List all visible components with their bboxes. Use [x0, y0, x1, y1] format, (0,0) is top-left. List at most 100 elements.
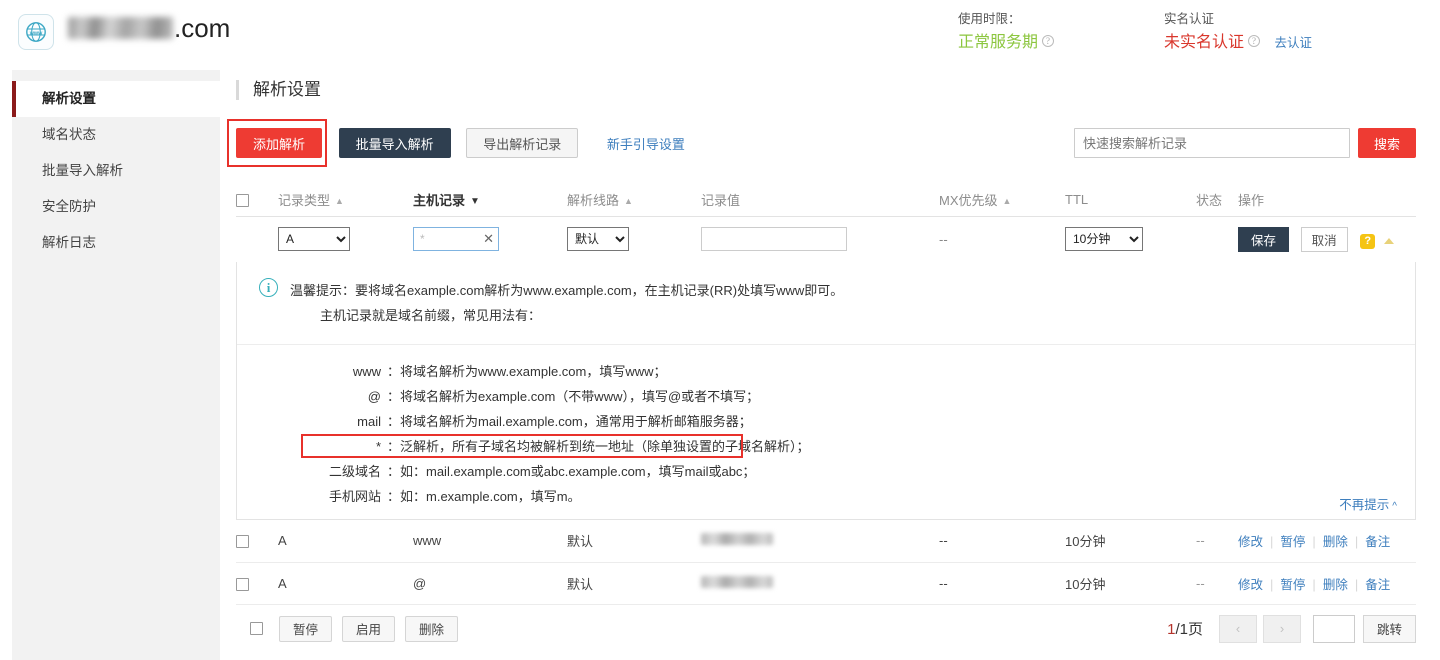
row-type: A [278, 520, 413, 562]
realname-help-icon[interactable]: ? [1248, 35, 1260, 47]
info-circle-icon: i [259, 278, 278, 297]
sidebar-item-domain-status[interactable]: 域名状态 [12, 117, 220, 153]
divider: | [1355, 577, 1358, 592]
close-x-icon[interactable]: ✕ [483, 230, 494, 247]
edit-link[interactable]: 修改 [1238, 578, 1263, 592]
sidebar-item-dns-settings[interactable]: 解析设置 [12, 81, 220, 117]
record-value-input[interactable] [701, 227, 847, 251]
app-header: www .com 使用时限： 正常服务期? 实名认证 未实名认证? 去认证 [0, 0, 1440, 70]
divider: | [1355, 534, 1358, 549]
prev-page-button[interactable]: ‹ [1219, 615, 1257, 643]
remark-link[interactable]: 备注 [1365, 578, 1390, 592]
sidebar-item-label: 安全防护 [42, 199, 96, 214]
search-input[interactable] [1074, 128, 1350, 158]
row-checkbox[interactable] [236, 535, 249, 548]
row-host: @ [413, 562, 567, 604]
footer-select-all-checkbox[interactable] [250, 622, 263, 635]
edit-row-value-cell [701, 216, 939, 262]
triangle-up-icon[interactable] [1384, 238, 1394, 244]
page-indicator: 1/1页 [1167, 618, 1203, 639]
sidebar-item-label: 批量导入解析 [42, 163, 123, 178]
next-page-button[interactable]: › [1263, 615, 1301, 643]
sidebar-top-spacer [12, 70, 220, 81]
sort-desc-icon: ▼ [470, 196, 480, 207]
help-row-mail: mail ：将域名解析为mail.example.com，通常用于解析邮箱服务器… [237, 409, 1415, 434]
batch-pause-button[interactable]: 暂停 [279, 616, 332, 642]
main-content: 解析设置 添加解析 批量导入解析 导出解析记录 新手引导设置 搜索 [236, 80, 1416, 653]
host-record-field: ✕ [413, 227, 499, 251]
chevron-left-icon: ‹ [1236, 621, 1240, 636]
row-ttl: 10分钟 [1065, 520, 1196, 562]
usage-help-icon[interactable]: ? [1042, 35, 1054, 47]
record-type-select[interactable]: A [278, 227, 350, 251]
pause-link[interactable]: 暂停 [1280, 578, 1305, 592]
add-record-button[interactable]: 添加解析 [236, 128, 322, 158]
edit-link[interactable]: 修改 [1238, 535, 1263, 549]
pagination: 1/1页 ‹ › 跳转 [1167, 615, 1416, 643]
tip-panel: i 温馨提示：要将域名example.com解析为www.example.com… [236, 262, 1416, 520]
edit-row-mx-cell: -- [939, 216, 1065, 262]
batch-import-button[interactable]: 批量导入解析 [339, 128, 451, 158]
dns-records-table: 记录类型▲ 主机记录▼ 解析线路▲ 记录值 MX优先级▲ T [236, 184, 1416, 262]
divider: | [1270, 534, 1273, 549]
site-logo: www [18, 14, 54, 50]
tip-text-block: 温馨提示：要将域名example.com解析为www.example.com，在… [290, 278, 843, 328]
page-jump-button[interactable]: 跳转 [1363, 615, 1416, 643]
chevron-right-icon: › [1280, 621, 1284, 636]
edit-row-status-cell [1196, 216, 1238, 262]
divider: | [1312, 534, 1315, 549]
row-mx: -- [939, 520, 1065, 562]
save-button[interactable]: 保存 [1238, 227, 1289, 252]
select-all-checkbox[interactable] [236, 194, 249, 207]
newbie-guide-link[interactable]: 新手引导设置 [590, 128, 702, 158]
search-button[interactable]: 搜索 [1358, 128, 1416, 158]
edit-row-line-cell: 默认 [567, 216, 701, 262]
row-select-cell [236, 520, 278, 562]
row-checkbox[interactable] [236, 578, 249, 591]
row-status: -- [1196, 520, 1238, 562]
edit-record-row: A ✕ 默认 [236, 216, 1416, 262]
batch-enable-button[interactable]: 启用 [342, 616, 395, 642]
resolve-line-select[interactable]: 默认 [567, 227, 629, 251]
help-question-icon[interactable]: ? [1360, 234, 1375, 249]
cancel-button[interactable]: 取消 [1301, 227, 1348, 252]
batch-delete-button[interactable]: 删除 [405, 616, 458, 642]
sidebar-item-label: 解析日志 [42, 235, 96, 250]
globe-www-icon: www [24, 20, 48, 44]
row-line: 默认 [567, 520, 701, 562]
divider: | [1312, 577, 1315, 592]
help-row-wildcard: * ：泛解析，所有子域名均被解析到统一地址（除单独设置的子域名解析）； [237, 434, 1415, 459]
delete-link[interactable]: 删除 [1323, 578, 1348, 592]
header-ttl: TTL [1065, 184, 1196, 216]
header-host-record[interactable]: 主机记录▼ [413, 184, 567, 216]
row-mx: -- [939, 562, 1065, 604]
realname-auth-value: 未实名认证? 去认证 [1164, 30, 1312, 56]
header-resolve-line[interactable]: 解析线路▲ [567, 184, 701, 216]
header-mx-priority[interactable]: MX优先级▲ [939, 184, 1065, 216]
sidebar-item-security[interactable]: 安全防护 [12, 189, 220, 225]
tip-line-1: 温馨提示：要将域名example.com解析为www.example.com，在… [290, 278, 843, 303]
row-line: 默认 [567, 562, 701, 604]
header-record-type[interactable]: 记录类型▲ [278, 184, 413, 216]
edit-row-ttl-cell: 10分钟 [1065, 216, 1196, 262]
sort-asc-icon: ▲ [335, 196, 344, 206]
help-row-subdomain: 二级域名 ：如：mail.example.com或abc.example.com… [237, 459, 1415, 484]
row-type: A [278, 562, 413, 604]
ttl-select[interactable]: 10分钟 [1065, 227, 1143, 251]
divider: | [1270, 577, 1273, 592]
pause-link[interactable]: 暂停 [1280, 535, 1305, 549]
delete-link[interactable]: 删除 [1323, 535, 1348, 549]
dismiss-tip-link[interactable]: 不再提示^ [1339, 494, 1397, 513]
realname-auth-block: 实名认证 未实名认证? 去认证 [1164, 10, 1312, 56]
remark-link[interactable]: 备注 [1365, 535, 1390, 549]
export-records-button[interactable]: 导出解析记录 [466, 128, 578, 158]
sidebar-item-batch-import[interactable]: 批量导入解析 [12, 153, 220, 189]
row-select-cell [236, 562, 278, 604]
sidebar: 解析设置 域名状态 批量导入解析 安全防护 解析日志 [12, 70, 220, 660]
go-verify-link[interactable]: 去认证 [1274, 36, 1312, 50]
sidebar-item-dns-log[interactable]: 解析日志 [12, 225, 220, 261]
sort-asc-icon: ▲ [624, 196, 633, 206]
row-value [701, 562, 939, 604]
dns-records-list: A www 默认 -- 10分钟 -- 修改|暂停|删除|备注 A @ 默认 [236, 520, 1416, 605]
page-jump-input[interactable] [1313, 615, 1355, 643]
